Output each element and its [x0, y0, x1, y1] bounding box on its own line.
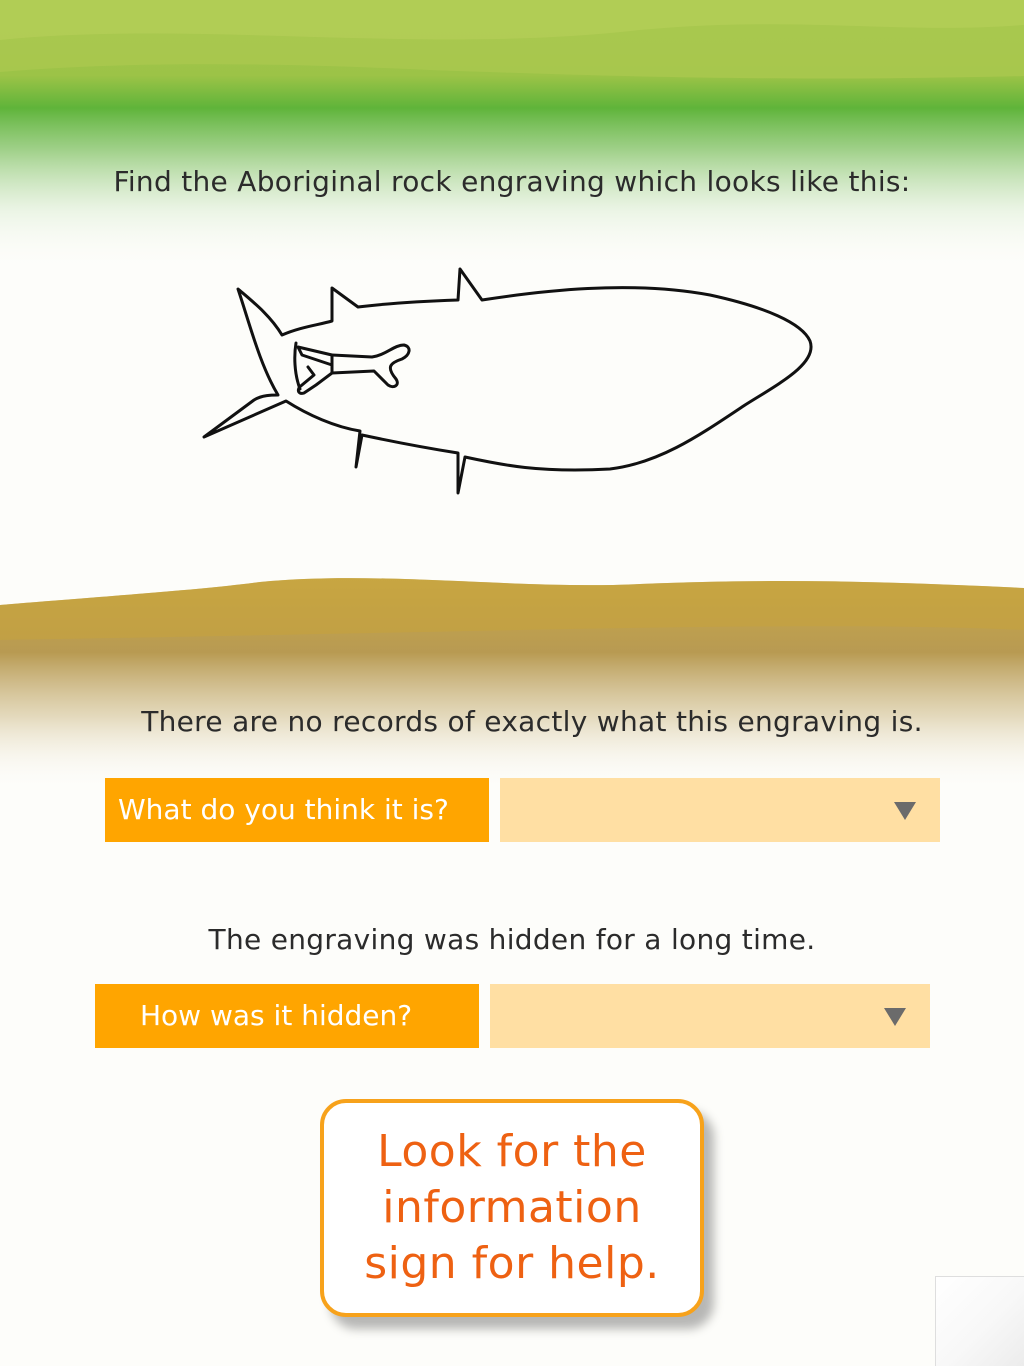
help-line: information: [382, 1182, 642, 1233]
question1-dropdown[interactable]: [500, 778, 940, 842]
page-curl-corner[interactable]: [935, 1276, 1024, 1366]
green-watercolour-band: [0, 0, 1024, 270]
question2-context: The engraving was hidden for a long time…: [208, 923, 816, 956]
question1-label: What do you think it is?: [105, 778, 489, 842]
triangle-down-icon: [894, 802, 916, 820]
question2-dropdown[interactable]: [490, 984, 930, 1048]
help-text: Look for the information sign for help.: [362, 1124, 662, 1292]
help-line: sign for help.: [364, 1238, 660, 1289]
triangle-down-icon: [884, 1008, 906, 1026]
ochre-watercolour-band: [0, 570, 1024, 790]
question1-context: There are no records of exactly what thi…: [141, 705, 923, 738]
question2-label: How was it hidden?: [95, 984, 479, 1048]
help-card: Look for the information sign for help.: [320, 1099, 704, 1317]
whale-engraving-image: [190, 255, 830, 515]
help-line: Look for the: [377, 1126, 647, 1177]
intro-prompt: Find the Aboriginal rock engraving which…: [113, 165, 911, 198]
